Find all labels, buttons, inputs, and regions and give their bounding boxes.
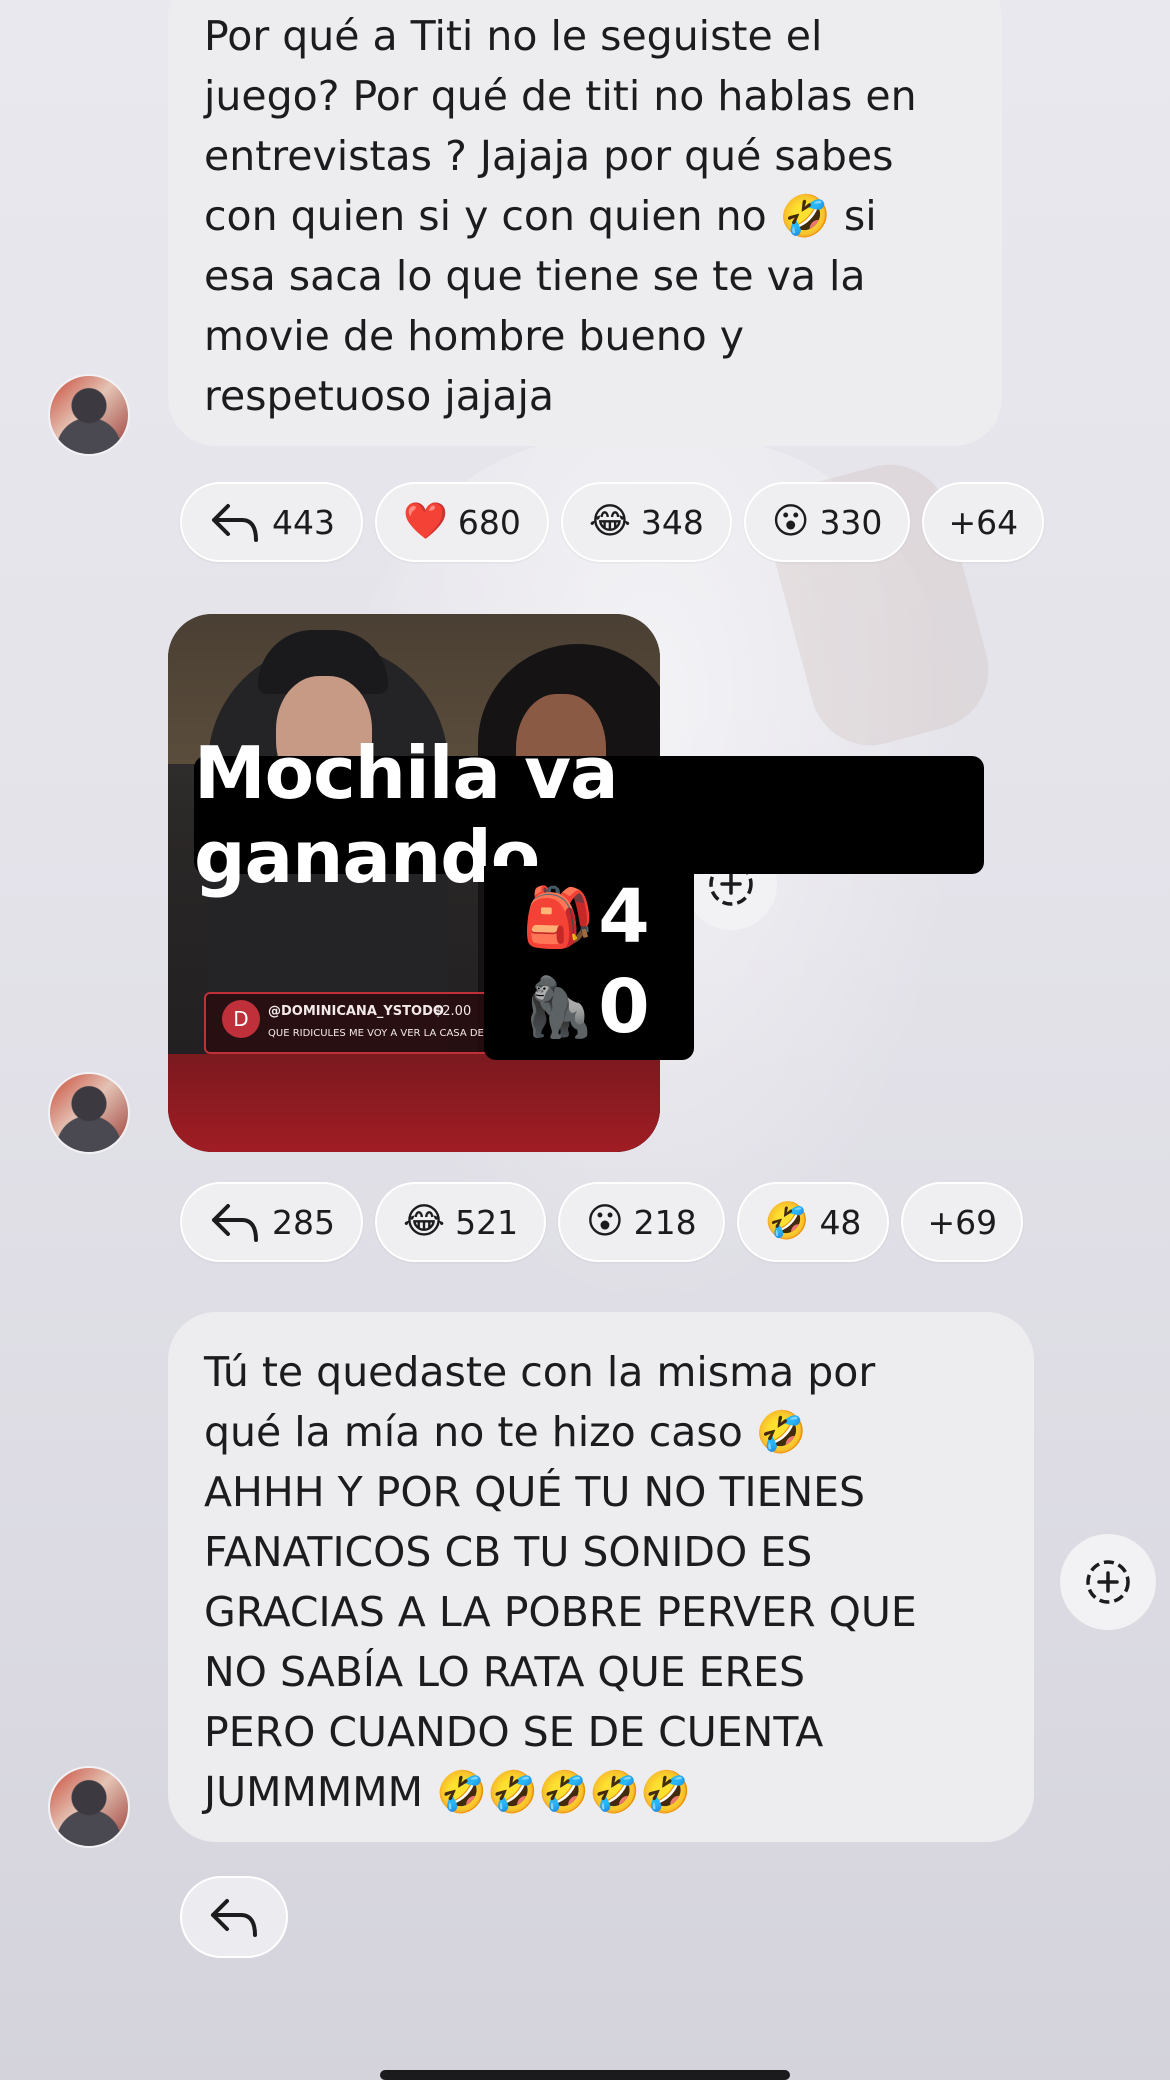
message-line: movie de hombre bueno y: [204, 312, 745, 360]
more-reactions-button[interactable]: +64: [922, 482, 1045, 562]
video-caption-title: Mochila va ganando: [194, 731, 984, 899]
reply-arrow-icon: [212, 1204, 258, 1242]
video-caption-score: 🎒 4 🦍 0: [484, 866, 694, 1060]
score-value: 4: [598, 874, 650, 960]
message-line: Por qué a Titi no le seguiste el: [204, 12, 823, 60]
message-line: juego? Por qué de titi no hablas en: [204, 72, 917, 120]
reaction-surprised[interactable]: 😮 330: [743, 482, 911, 562]
message-line: PERO CUANDO SE DE CUENTA: [204, 1708, 824, 1756]
avatar[interactable]: [48, 1072, 130, 1154]
donation-amount: $2.00: [434, 1004, 472, 1019]
message-line: GRACIAS A LA POBRE PERVER QUE: [204, 1588, 917, 1636]
reaction-heart[interactable]: ❤️ 680: [375, 482, 549, 562]
message-line: JUMMMMM 🤣🤣🤣🤣🤣: [204, 1768, 692, 1816]
home-indicator[interactable]: [380, 2070, 790, 2080]
reaction-rofl[interactable]: 🤣 48: [736, 1182, 890, 1262]
add-reaction-icon: [1086, 1560, 1130, 1604]
reaction-bar: 285 😂 521 😮 218 🤣 48 +69: [180, 1182, 1024, 1262]
gorilla-icon: 🦍: [522, 972, 595, 1041]
message-line: Tú te quedaste con la misma por: [204, 1348, 876, 1396]
reply-count: 443: [272, 502, 335, 542]
reaction-surprised[interactable]: 😮 218: [558, 1182, 725, 1262]
reaction-count: 521: [455, 1202, 519, 1242]
score-value: 0: [598, 964, 650, 1050]
rolling-laughing-icon: 🤣: [764, 1201, 810, 1242]
more-reactions-button[interactable]: +69: [901, 1182, 1024, 1262]
heart-icon: ❤️: [403, 501, 448, 542]
reply-count-button[interactable]: 443: [180, 482, 363, 562]
backpack-icon: 🎒: [522, 882, 595, 951]
surprised-icon: 😮: [586, 1201, 624, 1242]
studio-floor: [168, 1054, 660, 1152]
message-bubble[interactable]: Por qué a Titi no le seguiste el juego? …: [168, 0, 1002, 446]
reaction-count: 680: [457, 502, 521, 542]
avatar[interactable]: [48, 1766, 130, 1848]
message-bubble[interactable]: Tú te quedaste con la misma por qué la m…: [168, 1312, 1034, 1842]
message-line: AHHH Y POR QUÉ TU NO TIENES: [204, 1468, 866, 1516]
message-line: respetuoso jajaja: [204, 372, 554, 420]
laughing-icon: 😂: [588, 501, 631, 542]
message-line: esa saca lo que tiene se te va la: [204, 252, 866, 300]
donation-initial: D: [222, 1000, 260, 1038]
reaction-count: 330: [819, 502, 883, 542]
reply-button[interactable]: [180, 1876, 288, 1958]
reaction-laugh[interactable]: 😂 521: [375, 1182, 547, 1262]
avatar[interactable]: [48, 374, 130, 456]
reaction-count: 348: [640, 502, 704, 542]
score-row: 🎒 4: [522, 874, 650, 960]
reaction-count: 48: [819, 1202, 862, 1242]
reaction-laugh[interactable]: 😂 348: [560, 482, 732, 562]
more-reactions-count: +64: [948, 502, 1019, 542]
reply-count: 285: [272, 1202, 335, 1242]
message-line: con quien si y con quien no 🤣 si: [204, 192, 877, 240]
surprised-icon: 😮: [771, 501, 810, 542]
message-line: qué la mía no te hizo caso 🤣: [204, 1408, 807, 1456]
reaction-bar: 443 ❤️ 680 😂 348 😮 330 +64: [180, 482, 1045, 562]
message-line: entrevistas ? Jajaja por qué sabes: [204, 132, 894, 180]
message-line: FANATICOS CB TU SONIDO ES: [204, 1528, 813, 1576]
reply-arrow-icon: [211, 1899, 257, 1937]
add-reaction-button[interactable]: [1060, 1534, 1156, 1630]
message-line: NO SABÍA LO RATA QUE ERES: [204, 1648, 805, 1696]
score-row: 🦍 0: [522, 964, 650, 1050]
reply-count-button[interactable]: 285: [180, 1182, 363, 1262]
donation-handle: @DOMINICANA_YSTODO: [268, 1004, 444, 1019]
laughing-icon: 😂: [403, 1201, 446, 1242]
more-reactions-count: +69: [927, 1202, 998, 1242]
reply-arrow-icon: [212, 504, 258, 542]
reaction-count: 218: [633, 1202, 697, 1242]
